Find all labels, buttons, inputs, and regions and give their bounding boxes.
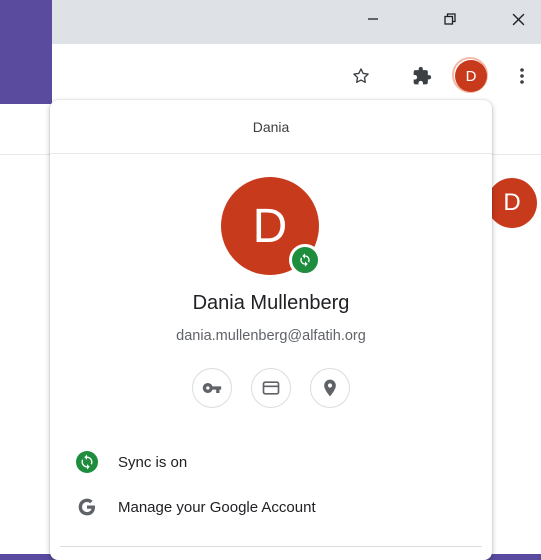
profile-button[interactable]: D	[455, 60, 487, 92]
addresses-button[interactable]	[310, 368, 350, 408]
google-icon-wrap	[75, 495, 99, 519]
minimize-button[interactable]	[350, 4, 396, 34]
sync-status-icon-wrap	[75, 450, 99, 474]
manage-account-label: Manage your Google Account	[118, 498, 316, 516]
manage-account-item[interactable]: Manage your Google Account	[50, 485, 492, 529]
restore-icon	[444, 13, 456, 25]
profile-avatar-initial: D	[252, 199, 288, 253]
extensions-button[interactable]	[408, 62, 436, 90]
user-email: dania.mullenberg@alfatih.org	[176, 328, 366, 344]
close-icon	[512, 13, 524, 25]
profile-menu-title: Dania	[252, 118, 290, 135]
sync-badge	[289, 244, 321, 276]
restore-button[interactable]	[427, 4, 473, 34]
sync-icon	[76, 451, 98, 473]
credit-card-icon	[262, 381, 280, 395]
sync-status-label: Sync is on	[118, 453, 188, 471]
title-bar	[52, 0, 541, 44]
page-avatar[interactable]: D	[487, 178, 537, 228]
sync-icon	[300, 253, 310, 267]
passwords-button[interactable]	[192, 368, 232, 408]
google-icon	[78, 498, 95, 516]
star-icon	[353, 68, 369, 84]
puzzle-icon	[413, 66, 432, 85]
bookmark-button[interactable]	[347, 62, 375, 90]
key-icon	[202, 383, 222, 393]
more-vert-icon	[520, 68, 524, 84]
profile-menu: Dania D Dania Mullenberg dania.mullenber…	[50, 100, 492, 560]
close-button[interactable]	[495, 4, 541, 34]
page-avatar-initial: D	[503, 189, 521, 216]
profile-menu-header: Dania	[50, 100, 492, 154]
sync-status-item[interactable]: Sync is on	[50, 440, 492, 484]
menu-divider	[60, 546, 482, 547]
minimize-icon	[368, 18, 378, 20]
chrome-menu-button[interactable]	[508, 62, 536, 90]
location-pin-icon	[324, 379, 336, 397]
user-name: Dania Mullenberg	[192, 292, 350, 314]
payment-methods-button[interactable]	[251, 368, 291, 408]
profile-initial: D	[465, 67, 477, 85]
